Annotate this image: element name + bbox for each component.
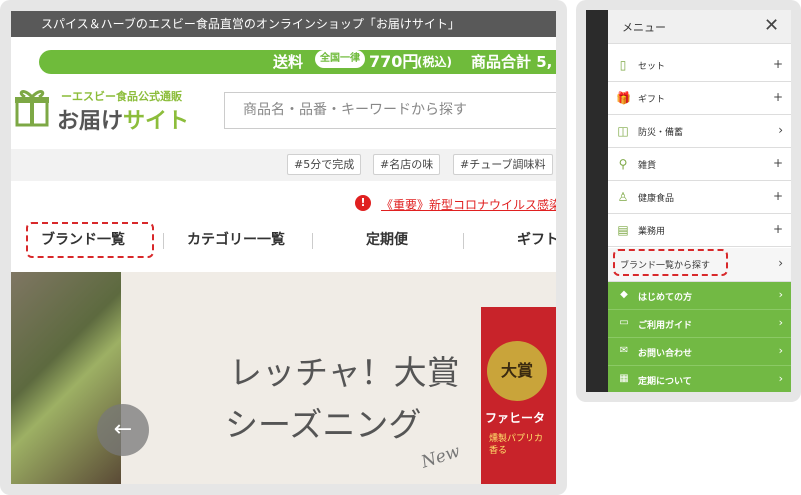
nav-divider: [463, 233, 464, 249]
chevron-right-icon: ›: [778, 123, 783, 137]
nav-divider: [312, 233, 313, 249]
hero-food-photo: [11, 272, 121, 484]
chevron-right-icon: ›: [778, 344, 783, 357]
product-package: 大賞 ファヒータ 燻製パプリカ香る: [481, 307, 556, 484]
menu-link-guide[interactable]: ▭ ご利用ガイド ›: [608, 310, 791, 338]
brand-search-highlight-box: [613, 249, 728, 276]
gift-box-logo-icon: [15, 90, 49, 127]
gift-icon: 🎁: [616, 91, 631, 105]
menu-item-label: 業務用: [638, 227, 666, 237]
menu-link-contact[interactable]: ✉ お問い合わせ ›: [608, 338, 791, 366]
emergency-icon: ◫: [617, 124, 629, 138]
shipping-price: 770円: [369, 52, 419, 71]
shipping-total: 商品合計 5,: [471, 53, 553, 71]
nav-gift[interactable]: ギフト: [517, 229, 556, 249]
top-announcement-bar: スパイス＆ハーブのエスビー食品直営のオンラインショップ「お届けサイト」: [11, 11, 556, 37]
hero-banner[interactable]: ← レッチャ！大賞 シーズニング New 大賞 ファヒータ 燻製パプリカ香る: [11, 272, 556, 484]
shop-page: スパイス＆ハーブのエスビー食品直営のオンラインショップ「お届けサイト」 送料 全…: [11, 11, 556, 484]
menu-item-label: 雑貨: [638, 161, 657, 171]
product-subtext: 燻製パプリカ香る: [489, 434, 544, 456]
important-notice-link[interactable]: 《重要》新型コロナウイルス感染: [381, 196, 556, 213]
menu-link-label: 定期について: [638, 377, 692, 387]
chevron-right-icon: ›: [778, 372, 783, 385]
carousel-prev-arrow-icon[interactable]: ←: [97, 404, 149, 456]
expand-plus-icon[interactable]: +: [773, 90, 783, 104]
tag-famous[interactable]: #名店の味: [373, 154, 441, 175]
menu-item-set[interactable]: ▯ セット +: [608, 50, 791, 82]
shipping-tax: (税込): [417, 55, 452, 69]
nav-subscription[interactable]: 定期便: [366, 229, 408, 249]
menu-link-subscription[interactable]: ▦ 定期について ›: [608, 366, 791, 392]
alert-icon: !: [355, 195, 371, 211]
shipping-label: 送料: [273, 53, 304, 71]
expand-plus-icon[interactable]: +: [773, 156, 783, 170]
award-badge: 大賞: [487, 341, 547, 401]
menu-link-first-time[interactable]: ◆ はじめての方 ›: [608, 282, 791, 310]
search-input[interactable]: 商品名・品番・キーワードから探す: [224, 92, 556, 129]
menu-item-emergency[interactable]: ◫ 防災・備蓄 ›: [608, 116, 791, 148]
logo-subtitle: ーエスビー食品公式通販: [61, 90, 182, 103]
nav-divider: [163, 233, 164, 249]
expand-plus-icon[interactable]: +: [773, 57, 783, 71]
menu-item-label: セット: [638, 62, 666, 72]
menu-item-goods[interactable]: ⚲ 雑貨 +: [608, 149, 791, 181]
menu-link-label: お問い合わせ: [638, 349, 693, 359]
shipping-banner[interactable]: 送料 全国一律 770円 (税込) 商品合計 5,: [39, 50, 556, 74]
menu-item-label: 健康食品: [638, 194, 675, 204]
hero-title-line1: レッチャ！大賞: [229, 353, 460, 392]
shipping-badge: 全国一律: [315, 50, 365, 68]
close-icon[interactable]: ✕: [764, 15, 779, 36]
logo-text-b: サイト: [123, 109, 190, 134]
calendar-icon: ▦: [619, 373, 629, 384]
hero-new-label: New: [418, 441, 463, 473]
site-logo[interactable]: お届けサイト: [57, 103, 189, 135]
nav-category-list[interactable]: カテゴリー一覧: [187, 229, 285, 249]
menu-item-gift[interactable]: 🎁 ギフト +: [608, 83, 791, 115]
menu-title: メニュー: [622, 21, 666, 34]
menu-item-label: 防災・備蓄: [638, 128, 684, 138]
business-icon: ▤: [617, 223, 629, 237]
expand-plus-icon[interactable]: +: [773, 189, 783, 203]
tag-quick[interactable]: #5分で完成: [287, 154, 362, 175]
brand-highlight-box: [26, 222, 154, 258]
page-backdrop: [586, 10, 608, 392]
guide-icon: ▭: [619, 317, 629, 328]
product-name: ファヒータ: [485, 411, 546, 425]
menu-item-label: ギフト: [638, 95, 666, 105]
menu-item-health[interactable]: ♙ 健康食品 +: [608, 182, 791, 214]
menu-link-label: ご利用ガイド: [638, 321, 693, 331]
tag-tube[interactable]: #チューブ調味料: [453, 154, 553, 175]
set-icon: ▯: [619, 58, 627, 72]
menu-link-label: はじめての方: [638, 293, 693, 303]
shield-icon: ◆: [620, 289, 628, 300]
menu-item-business[interactable]: ▤ 業務用 +: [608, 215, 791, 247]
chevron-right-icon: ›: [778, 256, 783, 270]
expand-plus-icon[interactable]: +: [773, 222, 783, 236]
goods-icon: ⚲: [618, 157, 628, 171]
chevron-right-icon: ›: [778, 288, 783, 301]
health-icon: ♙: [617, 190, 629, 204]
hero-title-line2: シーズニング: [225, 405, 422, 444]
menu-header: メニュー ✕: [608, 10, 791, 44]
mobile-menu: メニュー ✕ ▯ セット + 🎁 ギフト + ◫ 防災・備蓄 › ⚲ 雑貨 + …: [586, 10, 791, 392]
logo-text-a: お届け: [57, 109, 124, 134]
chevron-right-icon: ›: [778, 316, 783, 329]
mail-icon: ✉: [619, 345, 629, 356]
